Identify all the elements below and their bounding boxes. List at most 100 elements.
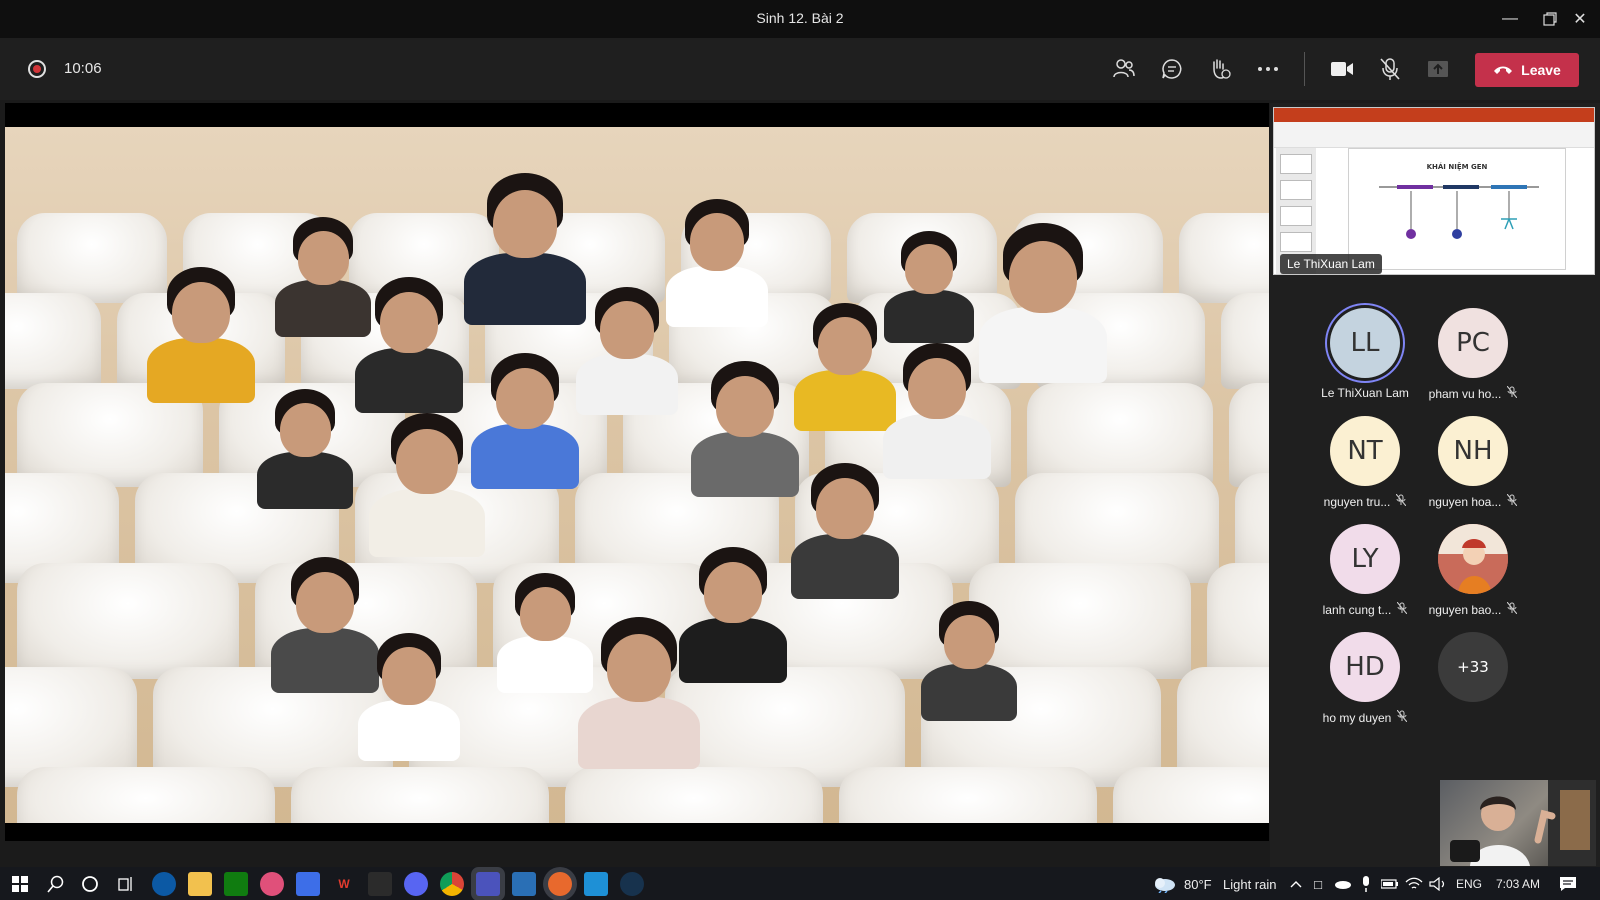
shared-screen-thumbnail[interactable]: KHÁI NIỆM GEN Le ThiXuan Lam (1273, 107, 1595, 275)
share-icon[interactable] (1422, 53, 1454, 85)
file-explorer-icon[interactable] (188, 872, 212, 896)
toolbar-divider (1304, 52, 1305, 86)
mic-off-icon[interactable] (1374, 53, 1406, 85)
volume-icon[interactable] (1426, 872, 1450, 896)
wifi-icon[interactable] (1402, 872, 1426, 896)
window-title: Sinh 12. Bài 2 (756, 10, 844, 26)
participant-name-text: ho my duyen (1322, 710, 1392, 725)
more-participants-tile[interactable]: +33 (1418, 632, 1528, 702)
participant-name: Le ThiXuan Lam (1310, 386, 1420, 400)
more-options-icon[interactable] (1252, 53, 1284, 85)
ppt-toolbar (1274, 122, 1594, 148)
mic-off-icon (1396, 709, 1408, 725)
participant-tile[interactable]: LY lanh cung t... (1310, 524, 1420, 617)
app-icon-blue[interactable] (296, 872, 320, 896)
together-mode-stage (5, 103, 1269, 841)
participant-name: pham vu ho... (1418, 385, 1528, 401)
cortana-icon[interactable] (78, 872, 102, 896)
participant-name-text: pham vu ho... (1428, 386, 1502, 401)
auditorium-seat (1229, 383, 1269, 487)
taskbar-clock[interactable]: 7:03 AM (1496, 877, 1540, 891)
osu-icon[interactable] (260, 872, 284, 896)
ppt-ribbon (1274, 108, 1594, 122)
raise-hand-icon[interactable] (1204, 53, 1236, 85)
steam-icon[interactable] (620, 872, 644, 896)
attendee-video (355, 413, 499, 557)
notifications-icon[interactable] (1556, 872, 1580, 896)
participant-tile[interactable]: NH nguyen hoa... (1418, 416, 1528, 509)
windows-start-icon[interactable] (8, 872, 32, 896)
auditorium-seat (1179, 213, 1269, 303)
avatar (1438, 524, 1508, 594)
participant-tile[interactable]: HD ho my duyen (1310, 632, 1420, 725)
mic-off-icon (1396, 601, 1408, 617)
meeting-toolbar: 10:06 Leave (0, 38, 1600, 100)
avatar: LY (1330, 524, 1400, 594)
teams-icon[interactable] (476, 872, 500, 896)
participant-name: nguyen bao... (1418, 601, 1528, 617)
participant-name-text: nguyen hoa... (1428, 494, 1502, 509)
weather-desc: Light rain (1223, 877, 1277, 892)
onedrive-icon[interactable] (1330, 872, 1354, 896)
attendee-video (345, 633, 473, 761)
attendee-video (245, 389, 365, 509)
participant-name: ho my duyen (1310, 709, 1420, 725)
attendee-video (133, 267, 269, 403)
app-icon-dark[interactable] (368, 872, 392, 896)
app-icon-photo[interactable] (512, 872, 536, 896)
task-view-icon[interactable] (114, 872, 138, 896)
minimize-icon[interactable]: — (1490, 0, 1530, 38)
mic-off-icon (1395, 493, 1407, 509)
attendee-video (869, 343, 1005, 479)
leave-label: Leave (1521, 62, 1561, 78)
attendee-video (563, 617, 715, 769)
avatar: PC (1438, 308, 1508, 378)
messenger-app-icon[interactable] (584, 872, 608, 896)
participant-name: nguyen hoa... (1418, 493, 1528, 509)
discord-icon[interactable] (404, 872, 428, 896)
self-view-person (1450, 780, 1596, 866)
weather-icon[interactable] (1150, 872, 1178, 896)
self-view-video[interactable] (1440, 780, 1596, 866)
camera-icon[interactable] (1326, 53, 1358, 85)
wps-office-icon[interactable]: W (332, 872, 356, 896)
participant-name-text: lanh cung t... (1322, 602, 1392, 617)
stage-bottom-bar (5, 823, 1269, 841)
windows-taskbar: W 80°F Light rain □ ENG 7:03 AM (0, 867, 1600, 900)
chevron-up-icon[interactable] (1284, 872, 1308, 896)
mic-off-icon (1506, 493, 1518, 509)
participant-tile[interactable]: nguyen bao... (1418, 524, 1528, 617)
participant-name: lanh cung t... (1310, 601, 1420, 617)
auditorium-seat (5, 293, 101, 389)
auditorium-scene (5, 127, 1269, 841)
weather-temp: 80°F (1184, 877, 1212, 892)
search-icon[interactable] (44, 872, 68, 896)
participant-name-text: nguyen tru... (1323, 494, 1391, 509)
device-icon[interactable]: □ (1306, 872, 1330, 896)
mic-off-icon (1506, 601, 1518, 617)
participant-tile[interactable]: LL Le ThiXuan Lam (1310, 308, 1420, 400)
hang-up-icon (1494, 66, 1513, 74)
language-indicator[interactable]: ENG (1456, 877, 1482, 891)
xbox-icon[interactable] (224, 872, 248, 896)
people-icon[interactable] (1108, 53, 1140, 85)
music-app-icon[interactable] (548, 872, 572, 896)
current-slide: KHÁI NIỆM GEN (1348, 148, 1566, 270)
battery-icon[interactable] (1378, 872, 1402, 896)
edge-icon[interactable] (152, 872, 176, 896)
auditorium-seat (1207, 563, 1269, 679)
avatar: NT (1330, 416, 1400, 486)
chat-icon[interactable] (1156, 53, 1188, 85)
avatar: HD (1330, 632, 1400, 702)
auditorium-seat (17, 563, 239, 679)
participant-tile[interactable]: NT nguyen tru... (1310, 416, 1420, 509)
auditorium-seat (1221, 293, 1269, 389)
auditorium-seat (1027, 383, 1213, 487)
leave-button[interactable]: Leave (1475, 53, 1579, 87)
avatar: LL (1330, 308, 1400, 378)
chrome-icon[interactable] (440, 872, 464, 896)
participant-tile[interactable]: PC pham vu ho... (1418, 308, 1528, 401)
close-icon[interactable]: ✕ (1560, 0, 1600, 38)
participant-name-text: Le ThiXuan Lam (1321, 386, 1409, 400)
microphone-icon[interactable] (1354, 872, 1378, 896)
